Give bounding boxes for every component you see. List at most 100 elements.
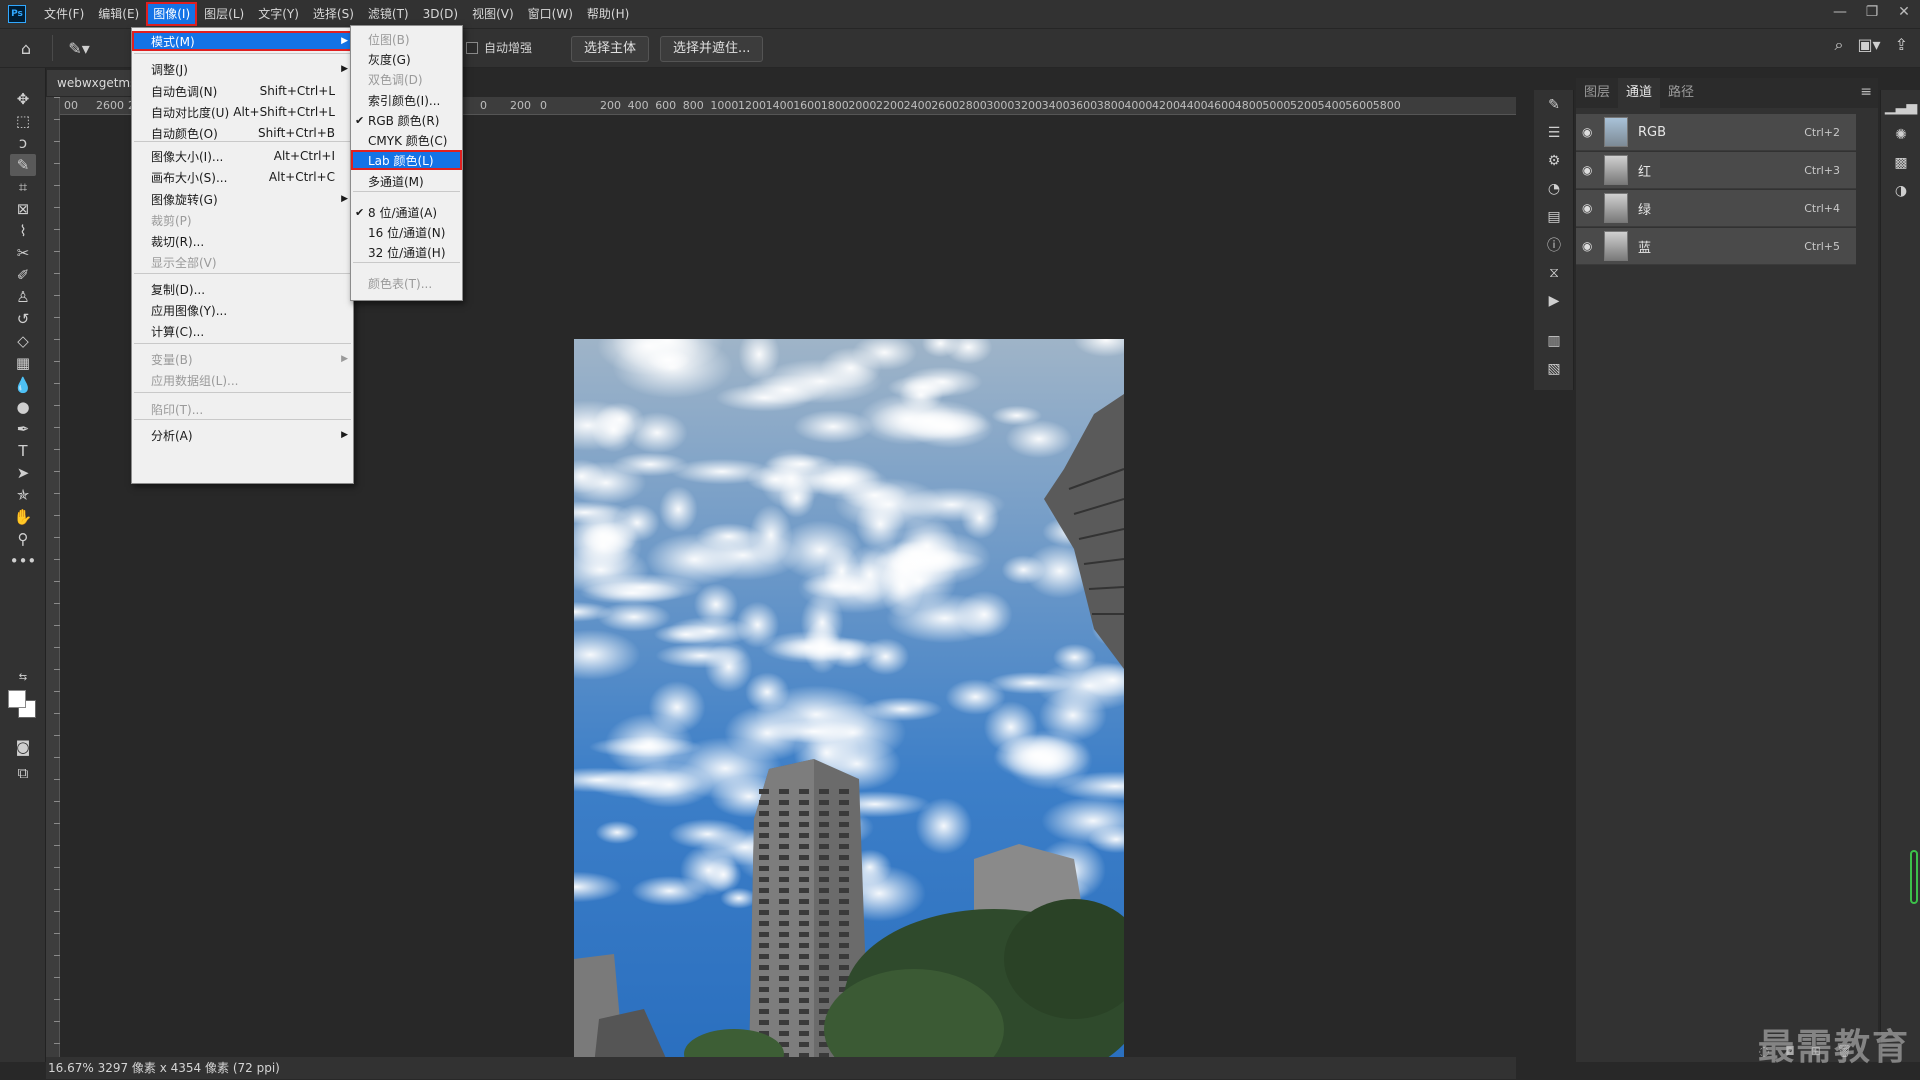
menu-7[interactable]: 3D(D) — [417, 3, 464, 25]
screen-mode-icon[interactable]: ⧉ — [10, 762, 36, 784]
styles-icon[interactable]: ▤ — [1542, 206, 1566, 228]
history-brush-tool-icon[interactable]: ↺ — [10, 308, 36, 330]
maximize-icon[interactable]: ❐ — [1856, 0, 1888, 24]
auto-enhance-checkbox[interactable]: 自动增强 — [466, 39, 532, 56]
brush-settings-icon[interactable]: ✎ — [1542, 94, 1566, 116]
histogram-icon[interactable]: ▁▃▅ — [1885, 96, 1917, 118]
mode-menu-item[interactable]: 灰度(G) — [351, 49, 462, 69]
menu-4[interactable]: 文字(Y) — [252, 3, 305, 25]
eyedropper-tool-icon[interactable]: ⌇ — [10, 220, 36, 242]
shape-tool-icon[interactable]: ✯ — [10, 484, 36, 506]
image-menu-item[interactable]: 裁切(R)... — [132, 231, 353, 251]
visibility-eye-icon[interactable]: ◉ — [1582, 201, 1598, 215]
channel-row[interactable]: ◉ RGB Ctrl+2 — [1576, 114, 1856, 151]
mode-menu-item[interactable]: 索引颜色(I)... — [351, 90, 462, 110]
mode-menu-item[interactable]: ✔ RGB 颜色(R) — [351, 110, 462, 130]
image-menu-item[interactable]: 自动对比度(U) Alt+Shift+Ctrl+L — [132, 102, 353, 122]
menu-8[interactable]: 视图(V) — [466, 3, 520, 25]
zoom-tool-icon[interactable]: ⚲ — [10, 528, 36, 550]
gradient-tool-icon[interactable]: ▦ — [10, 352, 36, 374]
menu-6[interactable]: 滤镜(T) — [362, 3, 415, 25]
image-menu-item[interactable]: 复制(D)... — [132, 279, 353, 299]
mode-menu-item[interactable]: 多通道(M) — [351, 171, 462, 191]
clone-stamp-tool-icon[interactable]: ♙ — [10, 286, 36, 308]
select-subject-button[interactable]: 选择主体 — [571, 36, 650, 62]
panel-tab-1[interactable]: 通道 — [1618, 78, 1661, 108]
mode-menu-item[interactable]: CMYK 颜色(C) — [351, 130, 462, 150]
ruler-label: 2600 — [96, 99, 124, 112]
channel-row[interactable]: ◉ 红 Ctrl+3 — [1576, 152, 1856, 189]
panel-tab-2[interactable]: 路径 — [1660, 78, 1702, 108]
minimize-icon[interactable]: — — [1824, 0, 1856, 24]
image-menu-item[interactable]: 图像大小(I)... Alt+Ctrl+I — [132, 146, 353, 166]
close-icon[interactable]: ✕ — [1888, 0, 1920, 24]
navigator-icon[interactable]: ✺ — [1889, 124, 1913, 146]
menu-9[interactable]: 窗口(W) — [522, 3, 579, 25]
share-icon[interactable]: ⇪ — [1895, 35, 1908, 55]
image-menu-item[interactable]: 应用图像(Y)... — [132, 300, 353, 320]
actions-play-icon[interactable]: ▶ — [1542, 290, 1566, 312]
image-menu-item[interactable]: 自动颜色(O) Shift+Ctrl+B — [132, 123, 353, 143]
layer-comps-icon[interactable]: ▥ — [1542, 330, 1566, 352]
adjustments-icon[interactable]: ☰ — [1542, 122, 1566, 144]
panel-menu-icon[interactable]: ≡ — [1860, 84, 1872, 100]
swap-colors-icon[interactable]: ⇆ — [10, 666, 36, 688]
quick-selection-brush-icon[interactable]: ✎▾ — [63, 34, 95, 62]
blur-tool-icon[interactable]: 💧 — [10, 374, 36, 396]
color-swatches[interactable] — [8, 690, 38, 720]
mode-menu-item[interactable]: ✔ 8 位/通道(A) — [351, 202, 462, 222]
frame-tool-icon[interactable]: ⊠ — [10, 198, 36, 220]
mode-menu-item[interactable]: 16 位/通道(N) — [351, 222, 462, 242]
path-selection-tool-icon[interactable]: ➤ — [10, 462, 36, 484]
image-menu-item[interactable]: 模式(M) ▶ — [132, 31, 353, 51]
notes-icon[interactable]: ▧ — [1542, 358, 1566, 380]
checkbox-box[interactable] — [466, 41, 478, 54]
image-menu-item[interactable]: 自动色调(N) Shift+Ctrl+L — [132, 81, 353, 101]
image-menu-item[interactable]: 调整(J) ▶ — [132, 59, 353, 79]
menu-0[interactable]: 文件(F) — [38, 3, 90, 25]
search-icon[interactable]: ⌕ — [1834, 35, 1843, 55]
eraser-tool-icon[interactable]: ◇ — [10, 330, 36, 352]
image-menu-item[interactable]: 画布大小(S)... Alt+Ctrl+C — [132, 167, 353, 187]
marquee-tool-icon[interactable]: ⬚ — [10, 110, 36, 132]
history-icon[interactable]: ◔ — [1542, 178, 1566, 200]
visibility-eye-icon[interactable]: ◉ — [1582, 125, 1598, 139]
menu-1[interactable]: 编辑(E) — [92, 3, 145, 25]
swatches-icon[interactable]: ▩ — [1889, 152, 1913, 174]
visibility-eye-icon[interactable]: ◉ — [1582, 163, 1598, 177]
more-tools-icon[interactable]: ••• — [10, 550, 37, 572]
quick-selection-tool-icon[interactable]: ✎ — [10, 154, 36, 176]
lasso-tool-icon[interactable]: ↄ — [10, 132, 36, 154]
workspace-icon[interactable]: ▣▾ — [1857, 35, 1880, 55]
pen-tool-icon[interactable]: ✒ — [10, 418, 36, 440]
home-icon[interactable]: ⌂ — [10, 34, 42, 62]
mode-menu-item[interactable]: Lab 颜色(L) — [351, 150, 462, 170]
menu-3[interactable]: 图层(L) — [198, 3, 250, 25]
image-menu-item[interactable]: 图像旋转(G) ▶ — [132, 189, 353, 209]
healing-brush-tool-icon[interactable]: ✂ — [10, 242, 36, 264]
hand-tool-icon[interactable]: ✋ — [10, 506, 36, 528]
select-and-mask-button[interactable]: 选择并遮住... — [660, 36, 764, 62]
channel-row[interactable]: ◉ 绿 Ctrl+4 — [1576, 190, 1856, 227]
dodge-tool-icon[interactable]: ● — [10, 396, 36, 418]
foreground-color-swatch[interactable] — [8, 690, 26, 708]
channel-row[interactable]: ◉ 蓝 Ctrl+5 — [1576, 228, 1856, 265]
quick-mask-icon[interactable]: ◙ — [10, 736, 36, 758]
menu-5[interactable]: 选择(S) — [307, 3, 360, 25]
panel-tab-0[interactable]: 图层 — [1576, 78, 1618, 108]
mode-menu-item[interactable]: 32 位/通道(H) — [351, 242, 462, 262]
color-icon[interactable]: ◑ — [1889, 180, 1913, 202]
menu-10[interactable]: 帮助(H) — [581, 3, 635, 25]
type-tool-icon[interactable]: T — [10, 440, 36, 462]
move-tool-icon[interactable]: ✥ — [10, 88, 36, 110]
properties-icon[interactable]: ⚙ — [1542, 150, 1566, 172]
image-menu-item[interactable]: 计算(C)... — [132, 321, 353, 341]
image-menu-item[interactable]: 分析(A) ▶ — [132, 425, 353, 445]
menu-2[interactable]: 图像(I) — [146, 2, 198, 26]
scroll-indicator[interactable] — [1910, 850, 1918, 904]
info-icon[interactable]: ⓘ — [1542, 234, 1566, 256]
brush-tool-icon[interactable]: ✐ — [10, 264, 36, 286]
paths-icon[interactable]: ⧖ — [1542, 262, 1566, 284]
visibility-eye-icon[interactable]: ◉ — [1582, 239, 1598, 253]
crop-tool-icon[interactable]: ⌗ — [10, 176, 36, 198]
